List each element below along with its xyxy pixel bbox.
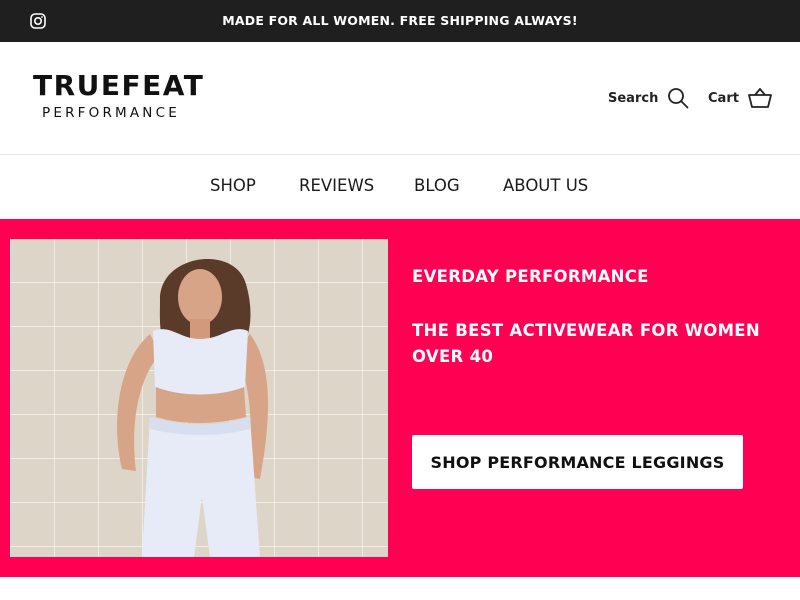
search-label: Search [608,90,659,106]
search-button[interactable]: Search [608,86,689,110]
nav-item-about-us[interactable]: ABOUT US [503,176,588,195]
shop-leggings-button[interactable]: SHOP PERFORMANCE LEGGINGS [412,435,743,489]
cart-label: Cart [708,90,739,106]
site-header: TRUEFEAT PERFORMANCE Search Cart [0,42,800,155]
nav-item-blog[interactable]: BLOG [414,176,460,195]
nav-item-reviews[interactable]: REVIEWS [299,176,374,195]
logo-tagline: PERFORMANCE [42,105,180,121]
cart-button[interactable]: Cart [708,86,772,110]
hero-image [10,239,388,557]
announcement-bar: MADE FOR ALL WOMEN. FREE SHIPPING ALWAYS… [0,0,800,42]
hero-title: EVERDAY PERFORMANCE [412,267,649,286]
announcement-message: MADE FOR ALL WOMEN. FREE SHIPPING ALWAYS… [222,13,578,28]
cart-basket-icon [748,88,772,108]
nav-item-shop[interactable]: SHOP [210,176,256,195]
brand-logo[interactable]: TRUEFEAT PERFORMANCE [33,70,209,126]
main-navigation: SHOP REVIEWS BLOG ABOUT US [0,155,800,219]
logo-wordmark: TRUEFEAT [33,69,205,102]
search-icon [668,88,689,109]
hero-subtitle: THE BEST ACTIVEWEAR FOR WOMEN OVER 40 [412,321,760,366]
hero-banner: EVERDAY PERFORMANCE THE BEST ACTIVEWEAR … [0,219,800,577]
